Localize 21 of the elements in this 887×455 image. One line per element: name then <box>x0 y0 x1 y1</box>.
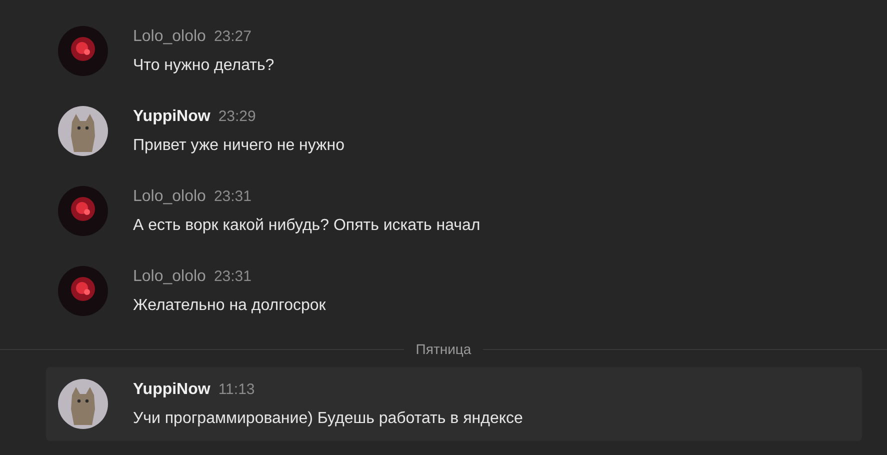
flower-avatar <box>58 26 108 76</box>
cat-avatar <box>58 106 108 156</box>
message-text: Привет уже ничего не нужно <box>133 136 344 156</box>
author-name[interactable]: YuppiNow <box>133 380 210 400</box>
message-text: Учи программирование) Будешь работать в яндексе <box>133 409 523 429</box>
message-text: Что нужно делать? <box>133 56 274 76</box>
message-text: А есть ворк какой нибудь? Опять искать начал <box>133 216 480 236</box>
author-name[interactable]: Lolo_ololo <box>133 27 206 47</box>
message-time: 23:27 <box>214 27 252 47</box>
message-time: 11:13 <box>218 380 255 400</box>
author-name[interactable]: Lolo_ololo <box>133 187 206 207</box>
cat-avatar <box>58 379 108 429</box>
message-time: 23:31 <box>214 267 252 287</box>
message-time: 23:29 <box>218 107 256 127</box>
day-divider-label: Пятница <box>414 340 472 359</box>
flower-avatar <box>58 186 108 236</box>
flower-avatar <box>58 266 108 316</box>
message-text: Желательно на долгосрок <box>133 296 326 316</box>
author-name[interactable]: YuppiNow <box>133 107 210 127</box>
author-name[interactable]: Lolo_ololo <box>133 267 206 287</box>
message-time: 23:31 <box>214 187 252 207</box>
